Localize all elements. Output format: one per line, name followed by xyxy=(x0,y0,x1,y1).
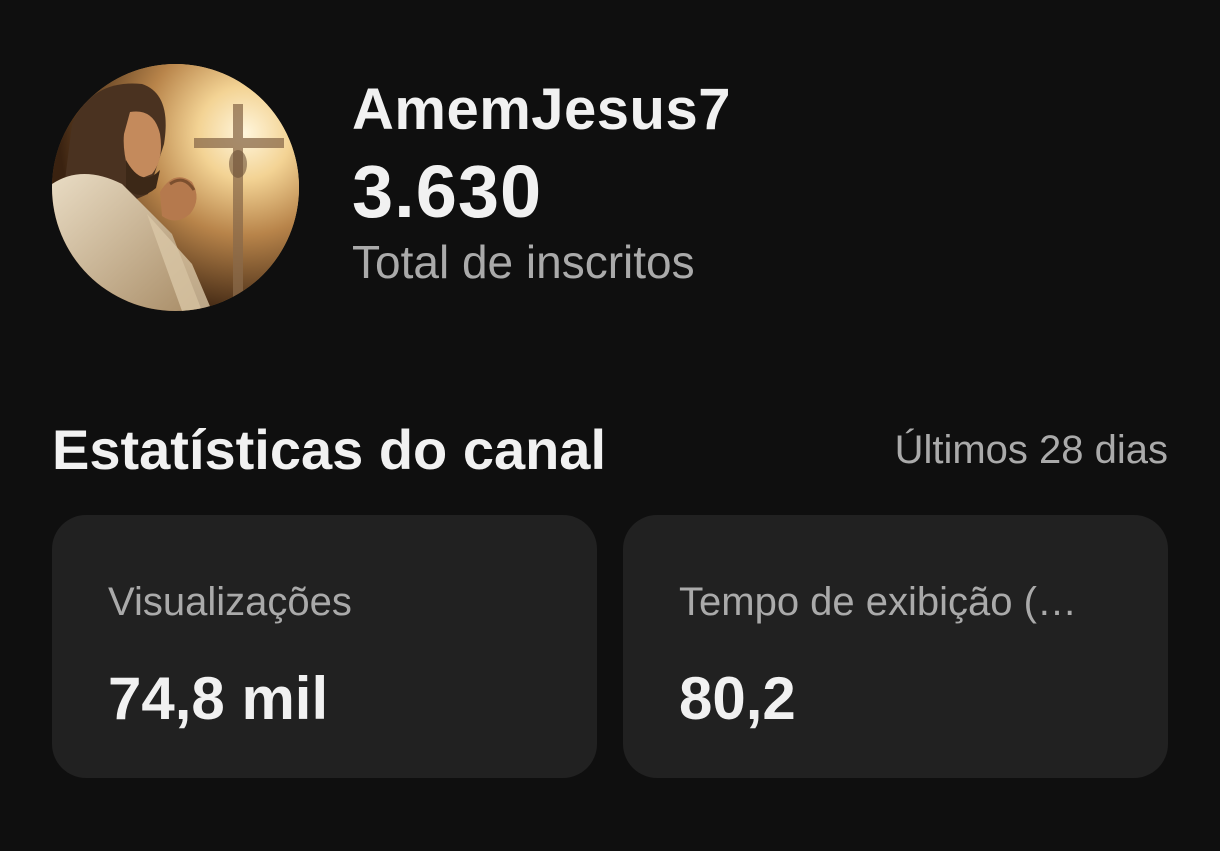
views-card[interactable]: Visualizações 74,8 mil xyxy=(52,515,597,778)
channel-header: AmemJesus7 3.630 Total de inscritos xyxy=(52,64,1168,314)
watch-time-label: Tempo de exibição (… xyxy=(679,580,1077,624)
channel-name[interactable]: AmemJesus7 xyxy=(352,76,731,144)
channel-info: AmemJesus7 3.630 Total de inscritos xyxy=(352,76,731,290)
stats-title: Estatísticas do canal xyxy=(52,418,607,481)
views-label: Visualizações xyxy=(108,580,352,624)
subscriber-label: Total de inscritos xyxy=(352,236,695,288)
channel-avatar[interactable] xyxy=(52,64,299,311)
watch-time-value: 80,2 xyxy=(679,665,796,732)
watch-time-card[interactable]: Tempo de exibição (… 80,2 xyxy=(623,515,1168,778)
subscriber-count: 3.630 xyxy=(352,150,543,233)
channel-stats-header: Estatísticas do canal Últimos 28 dias xyxy=(52,416,1168,486)
views-value: 74,8 mil xyxy=(108,665,329,732)
avatar-image xyxy=(52,64,299,311)
stats-period: Últimos 28 dias xyxy=(894,428,1168,472)
